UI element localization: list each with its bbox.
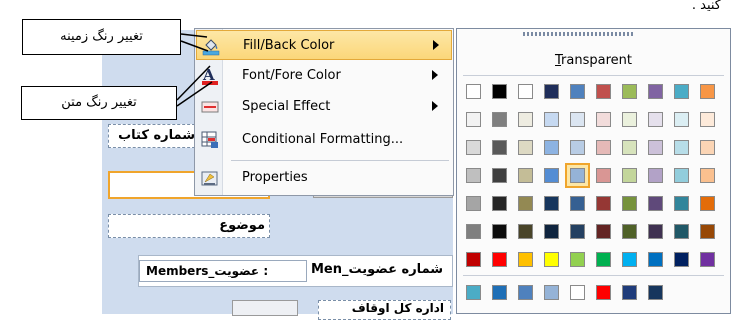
callout-fill-color: تغییر رنگ زمینه: [22, 19, 181, 55]
callout-text-color: تغییر رنگ متن: [21, 86, 177, 120]
